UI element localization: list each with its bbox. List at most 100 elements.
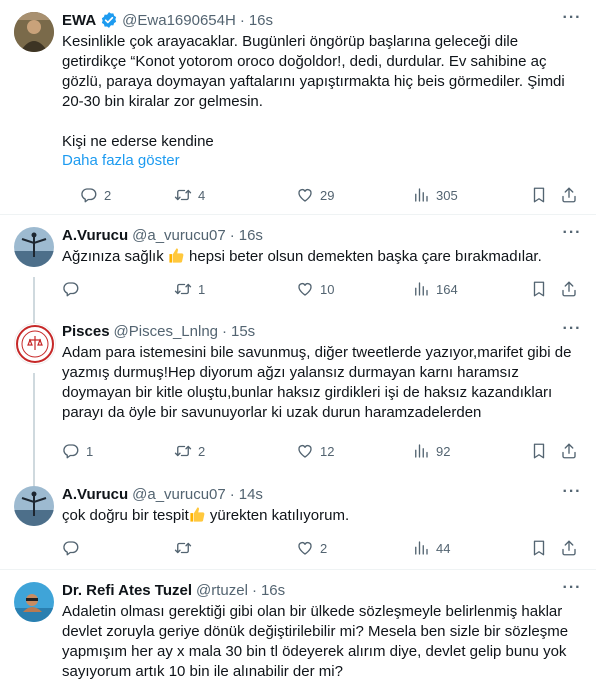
retweet-icon [174, 280, 192, 298]
bookmark-icon [530, 539, 548, 557]
share-icon [560, 280, 578, 298]
like-count: 12 [320, 443, 335, 459]
retweet-count: 2 [198, 443, 206, 459]
views-button[interactable]: 305 [412, 185, 458, 205]
author-handle[interactable]: @Pisces_Lnlng [114, 323, 218, 340]
more-options-icon[interactable]: ··· [562, 225, 582, 247]
bookmark-button[interactable] [530, 538, 548, 558]
retweet-button[interactable]: 2 [174, 441, 205, 461]
separator-dot: · [251, 581, 257, 599]
author-name[interactable]: Pisces [62, 323, 110, 340]
retweet-icon [174, 186, 192, 204]
views-button[interactable]: 44 [412, 538, 450, 558]
like-button[interactable]: 12 [296, 441, 334, 461]
like-count: 2 [320, 540, 328, 556]
share-button[interactable] [560, 185, 578, 205]
show-more-link[interactable]: Daha fazla göster [62, 152, 180, 169]
heart-icon [296, 280, 314, 298]
avatar[interactable] [14, 323, 56, 365]
author-name[interactable]: A.Vurucu [62, 227, 128, 244]
user-avatar-photo-icon [14, 582, 54, 622]
retweet-icon [174, 442, 192, 460]
reply-count: 1 [86, 443, 94, 459]
views-button[interactable]: 164 [412, 279, 458, 299]
like-button[interactable]: 29 [296, 185, 334, 205]
author-name[interactable]: EWA [62, 12, 96, 29]
heart-icon [296, 442, 314, 460]
reply-button[interactable]: 2 [80, 185, 111, 205]
reply-count: 2 [104, 187, 112, 203]
more-options-icon[interactable]: ··· [562, 321, 582, 343]
share-button[interactable] [560, 279, 578, 299]
more-options-icon[interactable]: ··· [562, 10, 582, 32]
author-handle[interactable]: @a_vurucu07 [132, 486, 226, 503]
tweet[interactable]: A.Vurucu @a_vurucu07 · 14s ··· çok doğru… [0, 474, 596, 570]
reply-button[interactable] [62, 279, 86, 299]
avatar[interactable] [14, 486, 54, 526]
author-handle[interactable]: @rtuzel [196, 582, 248, 599]
tweet-text-end: hepsi beter olsun demekten başka çare bı… [184, 248, 542, 265]
timestamp[interactable]: 14s [239, 486, 263, 503]
tweet[interactable]: Pisces @Pisces_Lnlng · 15s ··· Adam para… [0, 311, 596, 474]
timestamp[interactable]: 16s [261, 582, 285, 599]
views-button[interactable]: 92 [412, 441, 450, 461]
tweet[interactable]: EWA @Ewa1690654H · 16s ··· Kesinlikle ço… [0, 0, 596, 215]
bookmark-button[interactable] [530, 441, 548, 461]
tweet-header: EWA @Ewa1690654H · 16s [62, 10, 556, 30]
author-name[interactable]: Dr. Refi Ates Tuzel [62, 582, 192, 599]
author-name[interactable]: A.Vurucu [62, 486, 128, 503]
timestamp[interactable]: 16s [239, 227, 263, 244]
tweet-text-end: yürekten katılıyorum. [205, 507, 350, 524]
timestamp[interactable]: 15s [231, 323, 255, 340]
user-avatar-photo-icon [14, 12, 54, 52]
views-chart-icon [412, 280, 430, 298]
share-button[interactable] [560, 441, 578, 461]
like-button[interactable]: 10 [296, 279, 334, 299]
tweet-text: Kesinlikle çok arayacaklar. Bugünleri ön… [62, 33, 565, 150]
more-options-icon[interactable]: ··· [562, 580, 582, 602]
tweet-actions: 1 2 12 92 [62, 441, 588, 461]
bookmark-icon [530, 442, 548, 460]
view-count: 305 [436, 187, 458, 203]
views-chart-icon [412, 186, 430, 204]
avatar[interactable] [14, 582, 54, 622]
tweet[interactable]: Dr. Refi Ates Tuzel @rtuzel · 16s ··· Ad… [0, 570, 596, 690]
view-count: 164 [436, 281, 458, 297]
tweet-header: Dr. Refi Ates Tuzel @rtuzel · 16s [62, 580, 556, 600]
user-avatar-photo-icon [14, 486, 54, 526]
tweet-header: A.Vurucu @a_vurucu07 · 16s [62, 225, 556, 245]
view-count: 92 [436, 443, 451, 459]
bookmark-button[interactable] [530, 279, 548, 299]
reply-button[interactable]: 1 [62, 441, 93, 461]
author-handle[interactable]: @a_vurucu07 [132, 227, 226, 244]
seal-avatar-icon [16, 325, 54, 363]
tweet-text: Adam para istemesini bile savunmuş, diğe… [62, 344, 576, 421]
tweet-header: Pisces @Pisces_Lnlng · 15s [62, 321, 556, 341]
bookmark-button[interactable] [530, 185, 548, 205]
reply-icon [62, 280, 80, 298]
avatar[interactable] [14, 227, 54, 267]
retweet-button[interactable]: 4 [174, 185, 205, 205]
bookmark-icon [530, 186, 548, 204]
share-button[interactable] [560, 538, 578, 558]
author-handle[interactable]: @Ewa1690654H [122, 12, 236, 29]
reply-button[interactable] [62, 538, 86, 558]
tweet-header: A.Vurucu @a_vurucu07 · 14s [62, 484, 556, 504]
thread-line [33, 373, 35, 474]
tweet-text-start: Ağzınıza sağlık [62, 248, 168, 265]
retweet-button[interactable] [174, 538, 198, 558]
like-count: 29 [320, 187, 335, 203]
separator-dot: · [239, 11, 245, 29]
like-button[interactable]: 2 [296, 538, 327, 558]
avatar[interactable] [14, 12, 54, 52]
timestamp[interactable]: 16s [249, 12, 273, 29]
retweet-button[interactable]: 1 [174, 279, 205, 299]
share-icon [560, 442, 578, 460]
separator-dot: · [229, 226, 235, 244]
tweet-text: çok doğru bir tespit yürekten katılıyoru… [62, 506, 580, 526]
views-chart-icon [412, 442, 430, 460]
thumbs-up-icon [169, 248, 184, 263]
tweet[interactable]: A.Vurucu @a_vurucu07 · 16s ··· Ağzınıza … [0, 215, 596, 311]
separator-dot: · [229, 485, 235, 503]
more-options-icon[interactable]: ··· [562, 484, 582, 506]
